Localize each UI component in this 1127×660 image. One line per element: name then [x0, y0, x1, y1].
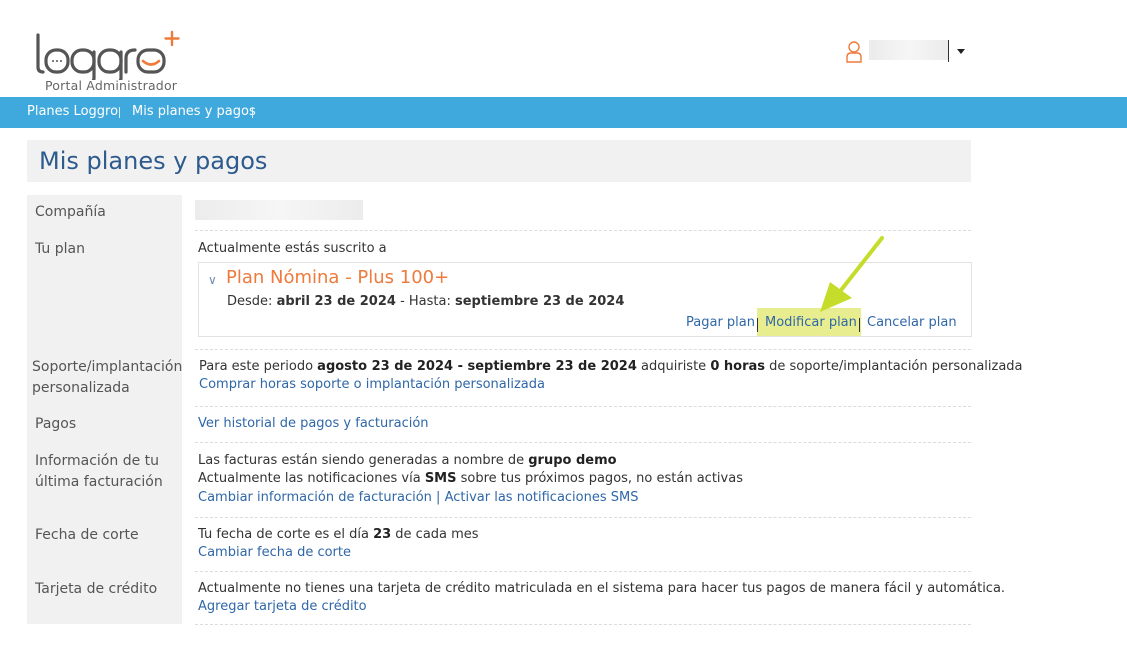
support-label: Soporte/implantación personalizada [32, 359, 183, 396]
buy-support-hours-link[interactable]: Comprar horas soporte o implantación per… [199, 376, 545, 394]
annotation-arrow-icon [820, 236, 884, 312]
row-divider [195, 406, 971, 407]
change-cutoff-link[interactable]: Cambiar fecha de corte [198, 544, 351, 562]
pay-plan-link[interactable]: Pagar plan [686, 315, 755, 330]
cutoff-label: Fecha de corte [35, 527, 139, 543]
card-label: Tarjeta de crédito [35, 581, 158, 597]
plan-dates: Desde: abril 23 de 2024 - Hasta: septiem… [227, 294, 625, 309]
company-value [195, 200, 363, 220]
breadcrumb-item-planes-loggro[interactable]: Planes Loggro [27, 104, 118, 119]
row-divider [195, 571, 971, 572]
breadcrumb: Planes Loggro Mis planes y pagos [0, 97, 1127, 128]
plan-intro: Actualmente estás suscrito a [198, 241, 387, 256]
row-divider [195, 230, 971, 231]
user-icon [846, 41, 862, 63]
billing-links: Cambiar información de facturación | Act… [198, 489, 638, 507]
payment-history-link[interactable]: Ver historial de pagos y facturación [198, 415, 429, 433]
breadcrumb-item-mis-planes[interactable]: Mis planes y pagos [132, 104, 256, 119]
action-separator [859, 318, 860, 332]
company-label: Compañía [35, 204, 106, 220]
page-title: Mis planes y pagos [39, 147, 268, 175]
row-divider [195, 624, 971, 625]
row-divider [195, 442, 971, 443]
activate-sms-link[interactable]: Activar las notificaciones SMS [445, 490, 639, 505]
row-divider [195, 349, 971, 350]
plan-name: Plan Nómina - Plus 100+ [226, 267, 450, 288]
cancel-plan-link[interactable]: Cancelar plan [867, 315, 957, 330]
breadcrumb-separator [252, 107, 253, 118]
payments-label: Pagos [35, 416, 77, 432]
billing-text-1: Las facturas están siendo generadas a no… [198, 453, 617, 468]
action-separator [757, 318, 758, 332]
billing-text-2: Actualmente las notificaciones vía SMS s… [198, 471, 743, 486]
add-card-link[interactable]: Agregar tarjeta de crédito [198, 598, 367, 616]
support-text: Para este periodo agosto 23 de 2024 - se… [199, 359, 1023, 374]
header: Portal Administrador [0, 0, 1127, 97]
chevron-down-icon[interactable]: ∨ [208, 273, 217, 287]
row-divider [195, 517, 971, 518]
billing-label: Información de tu última facturación [35, 453, 163, 490]
logo-subtitle: Portal Administrador [45, 78, 178, 93]
plan-label: Tu plan [35, 241, 85, 257]
change-billing-info-link[interactable]: Cambiar información de facturación [198, 490, 432, 505]
card-text: Actualmente no tienes una tarjeta de cré… [198, 581, 1006, 596]
cutoff-text: Tu fecha de corte es el día 23 de cada m… [198, 527, 479, 542]
user-name [869, 40, 949, 60]
page-title-bar: Mis planes y pagos [27, 140, 971, 182]
user-menu-divider [948, 40, 949, 62]
modify-plan-link[interactable]: Modificar plan [765, 315, 857, 330]
breadcrumb-separator [119, 107, 120, 118]
link-separator: | [431, 490, 445, 505]
caret-down-icon[interactable] [957, 49, 965, 54]
